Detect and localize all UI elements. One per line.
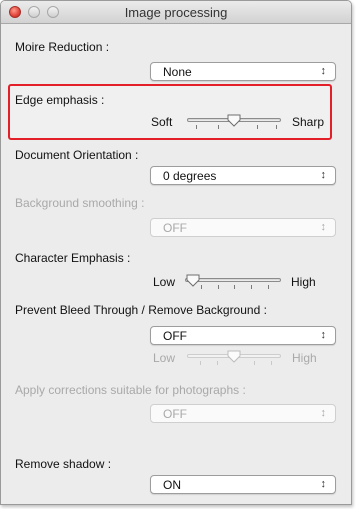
document-orientation-label: Document Orientation : bbox=[15, 148, 139, 162]
updown-arrows-icon: ↕ bbox=[320, 478, 327, 490]
prevent-bleed-through-select[interactable]: OFF ↕ bbox=[150, 326, 336, 345]
photo-corrections-value: OFF bbox=[163, 407, 187, 421]
moire-reduction-select[interactable]: None ↕ bbox=[150, 62, 336, 81]
slider-tick bbox=[218, 285, 219, 289]
character-high-label: High bbox=[291, 275, 316, 289]
window-title: Image processing bbox=[124, 5, 228, 20]
updown-arrows-icon: ↕ bbox=[320, 65, 327, 77]
photo-corrections-label: Apply corrections suitable for photograp… bbox=[15, 383, 246, 397]
edge-soft-label: Soft bbox=[151, 115, 173, 129]
slider-tick bbox=[201, 285, 202, 289]
character-low-label: Low bbox=[153, 275, 176, 289]
slider-tick bbox=[257, 125, 258, 129]
bleed-level-slider-thumb bbox=[227, 350, 241, 363]
remove-shadow-label: Remove shadow : bbox=[15, 457, 112, 471]
remove-shadow-select[interactable]: ON ↕ bbox=[150, 475, 336, 494]
slider-tick bbox=[251, 285, 252, 289]
image-processing-window: Image processing Moire Reduction : None … bbox=[0, 0, 352, 505]
edge-emphasis-label: Edge emphasis : bbox=[15, 93, 105, 107]
photo-corrections-select: OFF ↕ bbox=[150, 404, 336, 423]
background-smoothing-value: OFF bbox=[163, 221, 187, 235]
moire-reduction-label: Moire Reduction : bbox=[15, 40, 110, 54]
slider-tick bbox=[254, 361, 255, 365]
document-orientation-select[interactable]: 0 degrees ↕ bbox=[150, 166, 336, 185]
bleed-low-label: Low bbox=[153, 351, 176, 365]
slider-tick bbox=[268, 285, 269, 289]
moire-reduction-value: None bbox=[163, 65, 192, 79]
character-emphasis-slider-thumb[interactable] bbox=[186, 274, 200, 287]
prevent-bleed-through-value: OFF bbox=[163, 329, 187, 343]
edge-sharp-label: Sharp bbox=[292, 115, 325, 129]
slider-tick bbox=[276, 125, 277, 129]
updown-arrows-icon: ↕ bbox=[320, 169, 327, 181]
slider-tick bbox=[234, 285, 235, 289]
bleed-high-label: High bbox=[292, 351, 317, 365]
updown-arrows-icon: ↕ bbox=[320, 221, 327, 233]
title-bar: Image processing bbox=[1, 1, 351, 24]
background-smoothing-select: OFF ↕ bbox=[150, 218, 336, 237]
slider-tick bbox=[196, 125, 197, 129]
background-smoothing-label: Background smoothing : bbox=[15, 196, 145, 210]
slider-tick bbox=[271, 361, 272, 365]
remove-shadow-value: ON bbox=[163, 478, 181, 492]
prevent-bleed-through-label: Prevent Bleed Through / Remove Backgroun… bbox=[15, 303, 267, 317]
edge-emphasis-slider-thumb[interactable] bbox=[227, 114, 241, 127]
slider-tick bbox=[200, 361, 201, 365]
updown-arrows-icon: ↕ bbox=[320, 329, 327, 341]
slider-tick bbox=[218, 125, 219, 129]
updown-arrows-icon: ↕ bbox=[320, 407, 327, 419]
slider-tick bbox=[217, 361, 218, 365]
document-orientation-value: 0 degrees bbox=[163, 169, 217, 183]
character-emphasis-label: Character Emphasis : bbox=[15, 251, 131, 265]
